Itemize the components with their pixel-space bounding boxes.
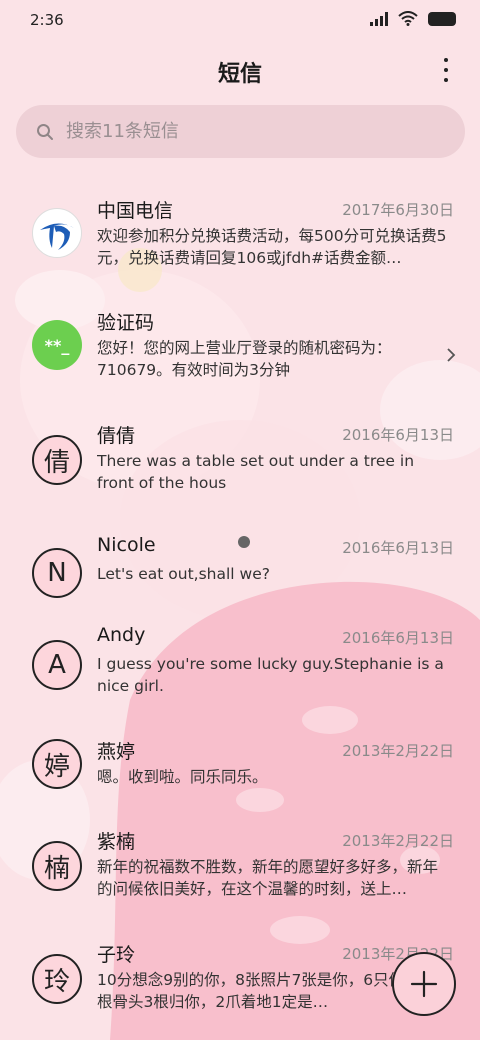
contact-name: 验证码 (97, 312, 155, 334)
message-preview: 嗯。收到啦。同乐同乐。 (97, 768, 268, 786)
contact-name: 中国电信 (97, 200, 174, 222)
message-preview: I guess you're some lucky guy.Stephanie … (97, 655, 444, 695)
avatar: 玲 (32, 954, 82, 1004)
message-preview: 新年的祝福数不胜数，新年的愿望好多好多，新年的问候依旧美好，在这个温馨的时刻，送… (97, 858, 439, 898)
contact-name: 燕婷 (97, 741, 136, 763)
more-options-button[interactable] (436, 58, 456, 82)
battery-icon (428, 11, 456, 26)
more-dot-icon (444, 68, 448, 72)
contact-name: 紫楠 (97, 831, 136, 853)
contact-name: 倩倩 (97, 425, 136, 447)
conversation-item[interactable]: A Andy 2016年6月13日 I guess you're some lu… (0, 608, 480, 708)
page-title: 短信 (217, 62, 262, 87)
contact-name: Andy (97, 624, 146, 646)
conversation-item[interactable]: 婷 燕婷 2013年2月22日 嗯。收到啦。同乐同乐。 (0, 721, 480, 821)
message-preview: There was a table set out under a tree i… (97, 452, 415, 492)
status-time: 2:36 (30, 11, 64, 29)
message-date: 2016年6月13日 (342, 539, 454, 557)
new-message-button[interactable] (392, 952, 456, 1016)
header: 短信 (0, 50, 480, 90)
message-date: 2013年2月22日 (342, 832, 454, 850)
china-telecom-logo-icon (35, 211, 79, 255)
contact-name: 子玲 (97, 944, 136, 966)
message-preview: 您好！您的网上营业厅登录的随机密码为：710679。有效时间为3分钟 (97, 339, 392, 379)
conversation-item[interactable]: N Nicole 2016年6月13日 Let's eat out,shall … (0, 518, 480, 618)
status-icons (370, 11, 456, 26)
message-preview: 欢迎参加积分兑换话费活动，每500分可兑换话费5元，兑换话费请回复106或jfd… (97, 227, 447, 267)
chevron-right-icon (447, 348, 456, 362)
conversation-item[interactable]: **_ 验证码 您好！您的网上营业厅登录的随机密码为：710679。有效时间为3… (0, 292, 480, 392)
avatar-text: **_ (44, 335, 70, 355)
avatar: N (32, 548, 82, 598)
avatar: 婷 (32, 739, 82, 789)
avatar: 楠 (32, 841, 82, 891)
status-bar: 2:36 (0, 0, 480, 40)
conversation-item[interactable]: 倩 倩倩 2016年6月13日 There was a table set ou… (0, 405, 480, 505)
message-date: 2016年6月13日 (342, 629, 454, 647)
wifi-icon (398, 11, 418, 26)
avatar: **_ (32, 320, 82, 370)
avatar: 倩 (32, 435, 82, 485)
more-dot-icon (444, 58, 448, 62)
search-input[interactable] (64, 120, 428, 143)
more-dot-icon (444, 78, 448, 82)
conversation-item[interactable]: 楠 紫楠 2013年2月22日 新年的祝福数不胜数，新年的愿望好多好多，新年的问… (0, 811, 480, 911)
signal-icon (370, 11, 388, 26)
conversation-item[interactable]: 中国电信 2017年6月30日 欢迎参加积分兑换话费活动，每500分可兑换话费5… (0, 180, 480, 280)
message-date: 2017年6月30日 (342, 201, 454, 219)
plus-icon (410, 970, 438, 998)
avatar (32, 208, 82, 258)
message-date: 2013年2月22日 (342, 742, 454, 760)
search-bar[interactable] (16, 105, 465, 158)
message-date: 2016年6月13日 (342, 426, 454, 444)
contact-name: Nicole (97, 534, 156, 556)
search-icon (37, 123, 53, 140)
avatar: A (32, 640, 82, 690)
message-preview: Let's eat out,shall we? (97, 565, 270, 583)
